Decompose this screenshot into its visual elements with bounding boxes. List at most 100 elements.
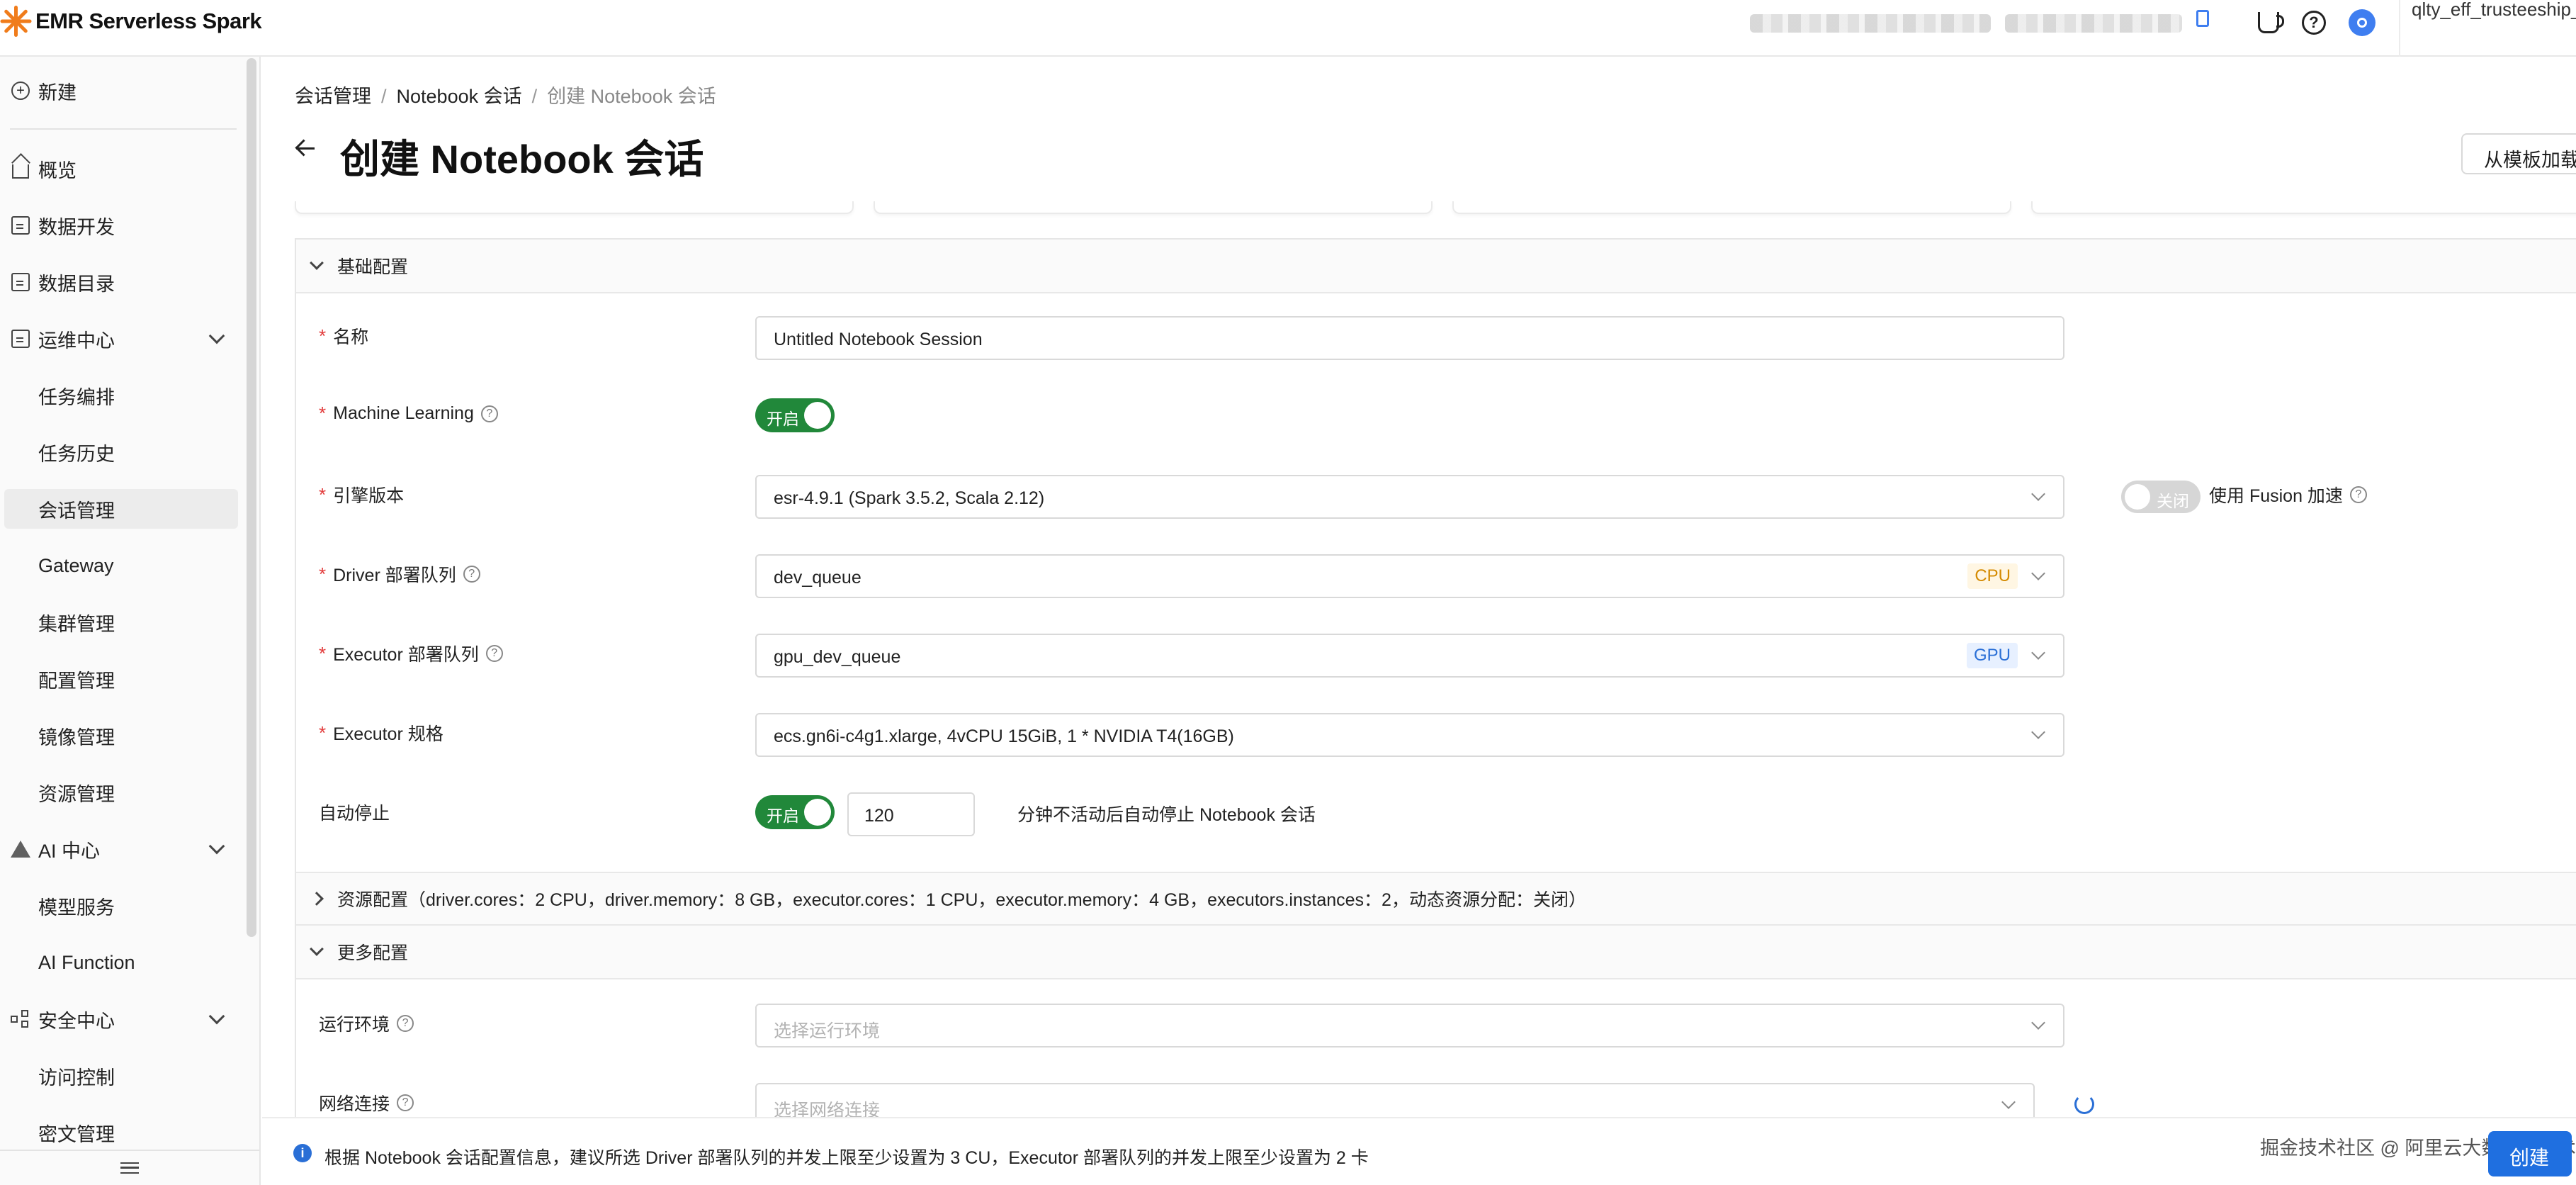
chevron-down-icon — [208, 1008, 225, 1025]
chevron-right-icon — [310, 892, 324, 906]
session-form: 基础配置 * 名称 Untitled Notebook Session * Mach… — [295, 238, 2576, 1185]
sidebar-item-label: 模型服务 — [38, 897, 115, 919]
executor-queue-label: * Executor 部署队列? — [319, 641, 503, 666]
sidebar-item-task-orchestration[interactable]: 任务编排 — [0, 376, 241, 415]
sidebar-item-config-management[interactable]: 配置管理 — [0, 659, 241, 699]
sidebar-item-label: 配置管理 — [38, 670, 115, 692]
sidebar-item-resource-management[interactable]: 资源管理 — [0, 773, 241, 812]
required-marker: * — [319, 325, 327, 347]
help-icon[interactable]: ? — [2349, 486, 2367, 503]
sidebar-item-label: 概览 — [38, 159, 77, 181]
section-basic-config[interactable]: 基础配置 — [296, 240, 2576, 293]
network-nodes-icon — [9, 1007, 33, 1031]
name-input[interactable]: Untitled Notebook Session — [755, 316, 2064, 360]
app-logo[interactable]: EMR Serverless Spark — [0, 6, 262, 37]
sidebar-scrollbar[interactable] — [247, 58, 256, 937]
help-icon[interactable]: ? — [463, 566, 480, 583]
engine-version-select[interactable]: esr-4.9.1 (Spark 3.5.2, Scala 2.12) — [755, 475, 2064, 519]
toggle-knob — [804, 402, 831, 429]
fusion-label-text: 使用 Fusion 加速 — [2209, 486, 2343, 506]
sidebar-new-button[interactable]: + 新建 — [0, 71, 241, 111]
ops-icon — [9, 327, 33, 351]
collapse-menu-icon — [120, 1162, 139, 1174]
section-title: 更多配置 — [337, 943, 409, 963]
chevron-down-icon — [2031, 487, 2045, 501]
sidebar-item-image-management[interactable]: 镜像管理 — [0, 716, 241, 756]
sidebar-item-overview[interactable]: 概览 — [0, 149, 241, 189]
sidebar-item-secret-management[interactable]: 密文管理 — [0, 1113, 241, 1152]
engine-label-text: 引擎版本 — [333, 486, 405, 506]
help-icon[interactable]: ? — [485, 645, 503, 662]
help-icon[interactable]: ? — [397, 1015, 414, 1032]
driver-queue-select[interactable]: dev_queue CPU — [755, 554, 2064, 598]
sidebar-item-session-management[interactable]: 会话管理 — [4, 489, 238, 529]
document-icon[interactable] — [2196, 10, 2209, 27]
recommendation-text: 根据 Notebook 会话配置信息，建议所选 Driver 部署队列的并发上限… — [324, 1148, 1369, 1168]
auto-stop-label-text: 自动停止 — [319, 804, 390, 824]
sidebar-item-access-control[interactable]: 访问控制 — [0, 1056, 241, 1096]
auto-stop-toggle[interactable]: 开启 — [755, 795, 835, 829]
executor-queue-select[interactable]: gpu_dev_queue GPU — [755, 634, 2064, 678]
sidebar-item-label: 集群管理 — [38, 613, 115, 635]
sidebar-item-ai-center[interactable]: AI 中心 — [0, 829, 241, 869]
sidebar-item-security-center[interactable]: 安全中心 — [0, 999, 241, 1039]
machine-learning-toggle[interactable]: 开启 — [755, 398, 835, 432]
app-name: EMR Serverless Spark — [35, 9, 262, 33]
sidebar-item-label: Gateway — [38, 554, 114, 576]
auto-stop-label: 自动停止 — [319, 799, 390, 825]
sidebar-item-label: 任务历史 — [38, 443, 115, 465]
user-name[interactable]: qlty_eff_trusteeship_ — [2412, 0, 2576, 21]
chevron-down-icon — [2031, 646, 2045, 660]
auto-stop-minutes-input[interactable]: 120 — [847, 792, 975, 836]
help-icon[interactable]: ? — [2298, 7, 2329, 38]
footer-bar: i 根据 Notebook 会话配置信息，建议所选 Driver 部署队列的并发… — [262, 1117, 2576, 1185]
help-icon[interactable]: ? — [397, 1094, 414, 1111]
sidebar-item-model-service[interactable]: 模型服务 — [0, 886, 241, 926]
section-title: 基础配置 — [337, 257, 409, 277]
help-icon[interactable]: ? — [480, 405, 498, 422]
breadcrumb-session-management[interactable]: 会话管理 — [295, 86, 371, 107]
sidebar-item-data-catalog[interactable]: 数据目录 — [0, 262, 241, 302]
sidebar: + 新建 概览 数据开发 数据目录 运维中心 任务编排 任务历史 会话管理 Ga… — [0, 57, 261, 1185]
network-label-text: 网络连接 — [319, 1094, 390, 1114]
load-from-template-button[interactable]: 从模板加载 — [2461, 133, 2576, 174]
toggle-label: 开启 — [767, 807, 799, 825]
sidebar-item-label: 访问控制 — [38, 1067, 115, 1089]
create-button[interactable]: 创建 — [2488, 1131, 2572, 1176]
name-label-text: 名称 — [333, 327, 369, 347]
sidebar-item-label: 会话管理 — [38, 500, 115, 522]
sidebar-collapse-button[interactable] — [0, 1150, 259, 1185]
breadcrumb-separator: / — [381, 86, 387, 107]
section-resource-config[interactable]: 资源配置（driver.cores：2 CPU，driver.memory：8 … — [296, 872, 2576, 926]
blurred-workspace-info — [2005, 14, 2182, 33]
back-arrow-icon[interactable] — [295, 137, 316, 159]
section-more-config[interactable]: 更多配置 — [296, 926, 2576, 979]
ml-label-text: Machine Learning — [333, 403, 474, 423]
sidebar-item-gateway[interactable]: Gateway — [0, 546, 241, 585]
fusion-toggle[interactable]: 关闭 — [2121, 481, 2201, 513]
auto-stop-hint: 分钟不活动后自动停止 Notebook 会话 — [1017, 805, 1316, 825]
chevron-down-icon — [2031, 1016, 2045, 1030]
driver-queue-label-text: Driver 部署队列 — [333, 566, 456, 585]
executor-spec-select[interactable]: ecs.gn6i-c4g1.xlarge, 4vCPU 15GiB, 1 * N… — [755, 713, 2064, 757]
toggle-knob — [2125, 484, 2150, 510]
runtime-env-select[interactable]: 选择运行环境 — [755, 1004, 2064, 1048]
sidebar-item-ops-center[interactable]: 运维中心 — [0, 319, 241, 359]
executor-spec-label-text: Executor 规格 — [333, 724, 444, 744]
plus-circle-icon: + — [9, 79, 33, 103]
sidebar-item-ai-function[interactable]: AI Function — [0, 943, 241, 982]
sidebar-item-cluster-management[interactable]: 集群管理 — [0, 602, 241, 642]
required-marker: * — [319, 483, 327, 505]
chevron-down-icon — [310, 256, 324, 270]
terminal-icon — [9, 213, 33, 237]
runtime-env-label-text: 运行环境 — [319, 1015, 390, 1035]
breadcrumb-notebook-session[interactable]: Notebook 会话 — [397, 86, 522, 107]
card-shadow-row — [295, 201, 2576, 217]
assistant-icon[interactable] — [2346, 7, 2378, 38]
sidebar-item-data-dev[interactable]: 数据开发 — [0, 206, 241, 245]
sidebar-item-task-history[interactable]: 任务历史 — [0, 432, 241, 472]
refresh-icon[interactable] — [2074, 1094, 2094, 1114]
executor-queue-label-text: Executor 部署队列 — [333, 645, 479, 665]
breadcrumb-current: 创建 Notebook 会话 — [547, 86, 716, 107]
coffee-cup-icon[interactable] — [2253, 7, 2284, 38]
